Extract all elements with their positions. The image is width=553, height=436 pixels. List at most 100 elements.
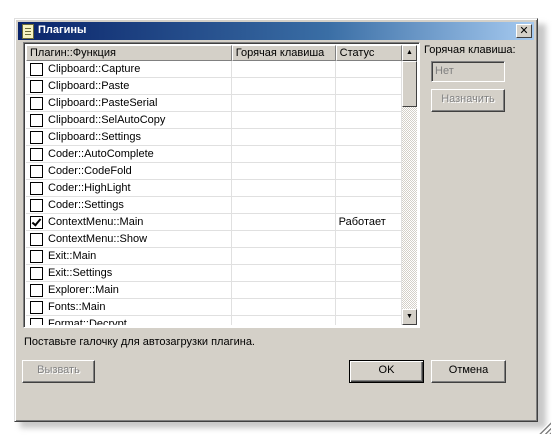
cancel-button[interactable]: Отмена — [431, 360, 506, 383]
hotkey-cell — [231, 163, 336, 180]
plugin-name: Coder::CodeFold — [48, 165, 132, 177]
hotkey-cell — [231, 231, 336, 248]
autoload-checkbox[interactable] — [30, 267, 43, 280]
plugin-cell: Clipboard::PasteSerial — [26, 95, 232, 112]
plugins-list[interactable]: Плагин::Функция Горячая клавиша Статус C… — [23, 42, 420, 328]
hotkey-cell — [231, 282, 336, 299]
plugin-cell: Coder::CodeFold — [26, 163, 232, 180]
status-cell — [335, 61, 402, 78]
hotkey-cell — [232, 316, 336, 325]
hotkey-cell — [231, 299, 336, 316]
autoload-checkbox[interactable] — [30, 165, 43, 178]
call-button[interactable]: Вызвать — [22, 360, 95, 383]
autoload-checkbox[interactable] — [30, 63, 43, 76]
plugin-name: Clipboard::Paste — [48, 80, 130, 92]
scroll-up-button[interactable]: ▲ — [402, 45, 417, 61]
status-cell — [335, 299, 402, 316]
vertical-scrollbar[interactable]: ▲ ▼ — [402, 45, 417, 325]
plugin-name: Explorer::Main — [48, 284, 119, 296]
autoload-checkbox[interactable] — [30, 97, 43, 110]
status-cell — [335, 112, 402, 129]
table-row[interactable]: Clipboard::SelAutoCopy — [26, 112, 402, 129]
table-row[interactable]: Clipboard::Capture — [26, 61, 402, 78]
autoload-checkbox[interactable] — [30, 318, 43, 325]
table-row[interactable]: ContextMenu::Show — [26, 231, 402, 248]
status-cell — [335, 78, 402, 95]
hotkey-cell — [231, 265, 336, 282]
status-cell — [335, 282, 402, 299]
status-cell — [336, 316, 402, 325]
autoload-checkbox[interactable] — [30, 216, 43, 229]
hotkey-field[interactable]: Нет — [431, 61, 505, 82]
table-row[interactable]: Format::Decrypt — [26, 316, 402, 325]
table-row[interactable]: Coder::CodeFold — [26, 163, 402, 180]
plugin-cell: Exit::Main — [26, 248, 232, 265]
plugin-name: Format::Decrypt — [48, 318, 127, 325]
table-row[interactable]: Coder::HighLight — [26, 180, 402, 197]
autoload-checkbox[interactable] — [30, 284, 43, 297]
plugin-cell: Clipboard::SelAutoCopy — [26, 112, 232, 129]
notepad-icon — [22, 24, 34, 39]
status-cell — [335, 146, 402, 163]
hotkey-cell — [231, 146, 336, 163]
autoload-hint: Поставьте галочку для автозагрузки плаги… — [24, 336, 255, 348]
plugin-cell: Format::Decrypt — [26, 316, 232, 325]
plugin-cell: Explorer::Main — [26, 282, 232, 299]
status-cell — [335, 129, 402, 146]
plugin-cell: Clipboard::Capture — [26, 61, 232, 78]
table-row[interactable]: Clipboard::Paste — [26, 78, 402, 95]
table-row[interactable]: Exit::Settings — [26, 265, 402, 282]
close-button[interactable]: ✕ — [516, 24, 532, 38]
autoload-checkbox[interactable] — [30, 80, 43, 93]
title-bar[interactable]: Плагины ✕ — [18, 22, 534, 40]
plugin-cell: Clipboard::Paste — [26, 78, 232, 95]
autoload-checkbox[interactable] — [30, 233, 43, 246]
plugin-cell: ContextMenu::Show — [26, 231, 232, 248]
status-cell — [335, 248, 402, 265]
table-row[interactable]: ContextMenu::Main Работает — [26, 214, 402, 231]
autoload-checkbox[interactable] — [30, 301, 43, 314]
ok-button[interactable]: OK — [349, 360, 424, 383]
plugin-cell: Fonts::Main — [26, 299, 232, 316]
column-header-status[interactable]: Статус — [335, 45, 402, 61]
list-rows: Clipboard::CaptureClipboard::PasteClipbo… — [26, 61, 402, 325]
hotkey-cell — [231, 248, 336, 265]
table-row[interactable]: Exit::Main — [26, 248, 402, 265]
column-header-plugin[interactable]: Плагин::Функция — [26, 45, 232, 61]
hotkey-cell — [231, 95, 336, 112]
window-title: Плагины — [38, 24, 87, 36]
plugin-name: Coder::AutoComplete — [48, 148, 154, 160]
plugin-name: Fonts::Main — [48, 301, 106, 313]
table-row[interactable]: Fonts::Main — [26, 299, 402, 316]
plugin-cell: Exit::Settings — [26, 265, 232, 282]
plugin-cell: ContextMenu::Main — [26, 214, 232, 231]
plugin-name: ContextMenu::Main — [48, 216, 144, 228]
autoload-checkbox[interactable] — [30, 131, 43, 144]
table-row[interactable]: Explorer::Main — [26, 282, 402, 299]
autoload-checkbox[interactable] — [30, 250, 43, 263]
table-row[interactable]: Clipboard::Settings — [26, 129, 402, 146]
table-row[interactable]: Coder::AutoComplete — [26, 146, 402, 163]
autoload-checkbox[interactable] — [30, 148, 43, 161]
assign-button[interactable]: Назначить — [431, 89, 505, 112]
plugin-cell: Coder::Settings — [26, 197, 232, 214]
table-row[interactable]: Coder::Settings — [26, 197, 402, 214]
plugin-name: Clipboard::PasteSerial — [48, 97, 158, 109]
autoload-checkbox[interactable] — [30, 199, 43, 212]
table-row[interactable]: Clipboard::PasteSerial — [26, 95, 402, 112]
list-header: Плагин::Функция Горячая клавиша Статус — [26, 45, 402, 61]
plugin-name: Coder::HighLight — [48, 182, 131, 194]
hotkey-cell — [231, 78, 336, 95]
resize-grip[interactable] — [539, 422, 551, 434]
autoload-checkbox[interactable] — [30, 114, 43, 127]
status-cell — [335, 265, 402, 282]
plugin-name: Coder::Settings — [48, 199, 124, 211]
status-cell — [335, 95, 402, 112]
hotkey-cell — [231, 214, 336, 231]
status-cell — [335, 197, 402, 214]
plugin-name: ContextMenu::Show — [48, 233, 148, 245]
scroll-thumb[interactable] — [402, 61, 417, 107]
scroll-down-button[interactable]: ▼ — [402, 309, 417, 325]
column-header-hotkey[interactable]: Горячая клавиша — [231, 45, 336, 61]
autoload-checkbox[interactable] — [30, 182, 43, 195]
